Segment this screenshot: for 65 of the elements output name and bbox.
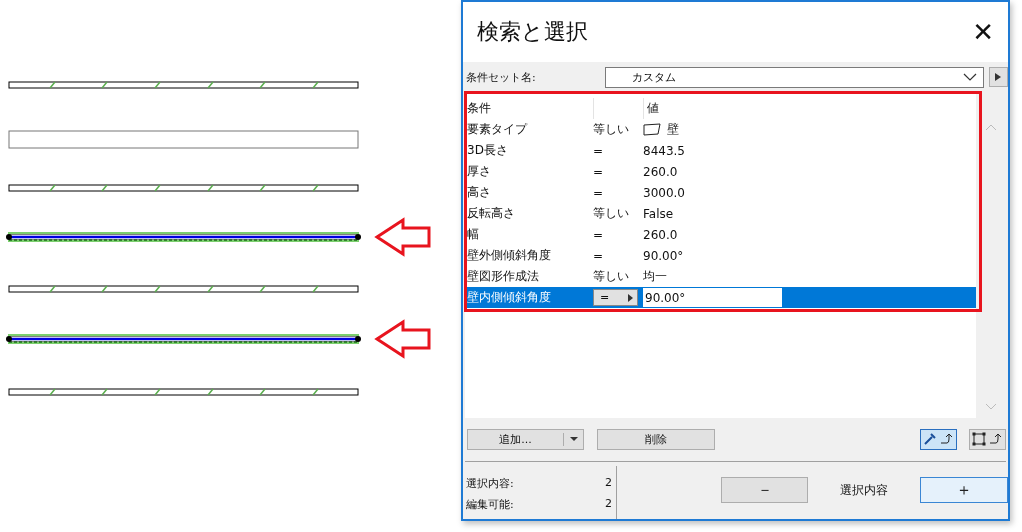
criteria-row[interactable]: 高さ = 3000.0 [465,182,976,203]
table-cell-text: = [593,164,605,179]
table-cell-text: 等しい [593,268,630,285]
column-header: 値 [643,98,976,119]
delete-button[interactable]: 削除 [597,428,715,450]
curved-arrow-icon [940,433,954,445]
table-cell-text: 反転高さ [467,205,516,222]
table-cell: 壁 [667,121,679,138]
criteria-row[interactable]: 壁内側傾斜角度 = 90.00° [465,287,976,308]
table-cell-text: 厚さ [467,163,492,180]
operator-dropdown[interactable]: = [593,289,638,306]
chevron-down-icon [962,73,977,81]
marquee-toggle[interactable] [969,428,1006,450]
table-cell-text: 壁図形作成法 [467,268,540,285]
column-header: 条件 [467,100,492,117]
criteria-row[interactable]: 要素タイプ 等しい 壁 [465,119,976,140]
caret-down-icon [569,437,578,441]
table-cell-text: 壁内側傾斜角度 [467,289,552,306]
table-cell-text: False [643,206,675,221]
criteria-row[interactable]: 壁外側傾斜角度 = 90.00° [465,245,976,266]
table-cell-text: 260.0 [643,164,679,179]
criteria-row[interactable]: 厚さ = 260.0 [465,161,976,182]
table-cell-text: 8443.5 [643,143,686,158]
eyedropper-icon [923,432,937,446]
deselect-button[interactable]: － [721,477,808,503]
criteria-row[interactable]: 反転高さ 等しい False [465,203,976,224]
table-cell-text: 壁外側傾斜角度 [467,247,552,264]
value-input[interactable]: 90.00° [643,288,782,307]
criteria-row[interactable]: 幅 = 260.0 [465,224,976,245]
criteria-row[interactable]: 壁図形作成法 等しい 均一 [465,266,976,287]
stat-value: 2 [605,476,612,491]
table-cell-text: 幅 [467,226,480,243]
table-cell-text: 均一 [643,268,668,285]
window-title: 検索と選択 [477,18,588,46]
add-selection-button[interactable]: ＋ [920,477,1008,503]
field-label: 条件セット名: [466,69,536,85]
triangle-right-icon [995,73,1002,81]
table-cell-text: = [593,248,605,263]
table-cell-text: = [593,143,605,158]
stat-label: 編集可能: [466,497,514,512]
wall-icon [643,123,661,136]
table-cell-text: 3000.0 [643,185,686,200]
triangle-right-icon [628,293,633,302]
arrow-annotation [374,319,431,359]
eyedropper-toggle[interactable] [920,428,957,450]
table-cell-text: 90.00° [643,248,685,263]
close-button[interactable]: ✕ [972,19,994,45]
table-cell-text: 260.0 [643,227,679,242]
stat-label: 選択内容: [466,476,514,491]
criteria-row[interactable]: 3D長さ = 8443.5 [465,140,976,161]
menu-button[interactable] [988,67,1008,87]
criteria-set-dropdown[interactable]: カスタム [604,66,984,88]
table-cell-text: 要素タイプ [467,121,529,138]
table-cell-text: = [593,185,605,200]
table-cell-text: = [593,227,605,242]
add-button[interactable]: 追加... [467,428,584,450]
table-cell-text: 3D長さ [467,142,509,159]
stat-value: 2 [605,497,612,512]
table-cell-text: 等しい [593,205,630,222]
curved-arrow-icon [989,433,1003,445]
table-cell-text: 等しい [593,121,630,138]
marquee-icon [972,432,986,446]
table-cell-text: 高さ [467,184,492,201]
selection-label: 選択内容 [840,481,888,499]
arrow-annotation [374,217,431,257]
